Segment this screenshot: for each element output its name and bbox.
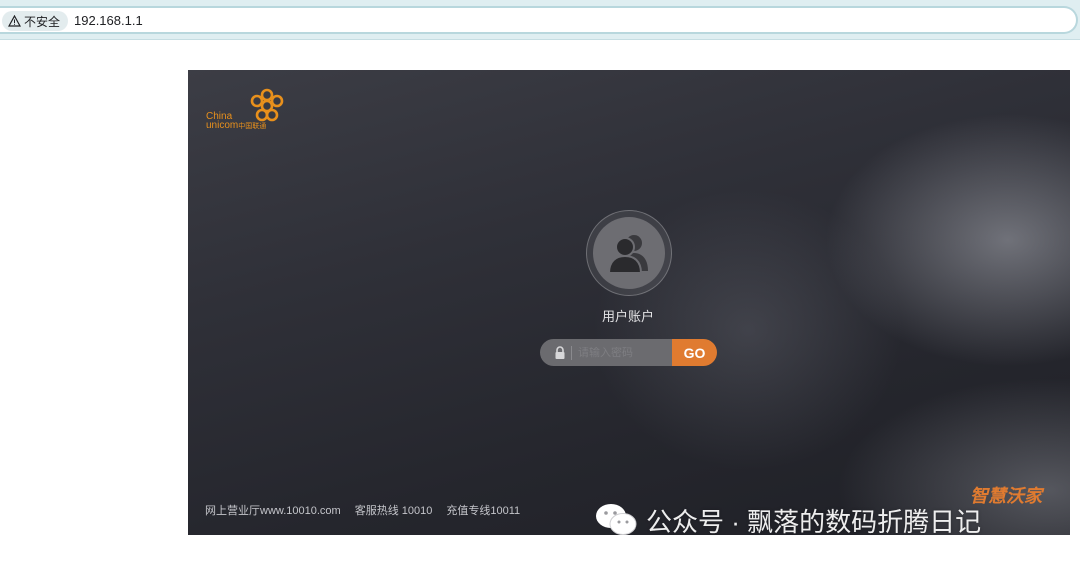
router-login-panel: China unicom中国联通 用户账户 GO 网上营业厅www.10010.… <box>188 70 1070 535</box>
watermark-text: 公众号 · 飘落的数码折腾日记 <box>646 506 982 537</box>
login-form: GO <box>540 339 717 366</box>
go-button[interactable]: GO <box>672 339 717 366</box>
password-box <box>540 339 672 366</box>
url-text[interactable]: 192.168.1.1 <box>74 13 143 28</box>
account-label: 用户账户 <box>601 309 654 324</box>
footer-links: 网上营业厅www.10010.com 客服热线 10010 充值专线10011 <box>205 502 520 518</box>
browser-address-bar: 不安全 192.168.1.1 <box>0 0 1080 40</box>
wechat-icon <box>596 504 637 535</box>
logo-wordmark: China unicom中国联通 <box>206 112 266 131</box>
logo-line2: unicom <box>206 120 239 131</box>
footer-link-online-hall[interactable]: 网上营业厅www.10010.com <box>205 502 341 518</box>
input-separator <box>571 345 572 360</box>
security-indicator[interactable]: 不安全 <box>2 11 69 31</box>
password-input[interactable] <box>578 346 658 359</box>
footer-recharge-line: 充值专线10011 <box>446 505 521 517</box>
lock-icon <box>555 346 565 359</box>
logo-line2-cn: 中国联通 <box>238 123 267 130</box>
user-avatar <box>586 210 672 296</box>
footer-service-hotline: 客服热线 10010 <box>354 505 433 517</box>
china-unicom-logo: China unicom中国联通 <box>206 88 306 136</box>
security-label: 不安全 <box>24 14 61 29</box>
watermark: 公众号 · 飘落的数码折腾日记 <box>594 500 981 540</box>
url-field[interactable]: 不安全 192.168.1.1 <box>0 6 1078 34</box>
users-icon <box>607 235 648 273</box>
warning-triangle-icon <box>8 15 21 27</box>
